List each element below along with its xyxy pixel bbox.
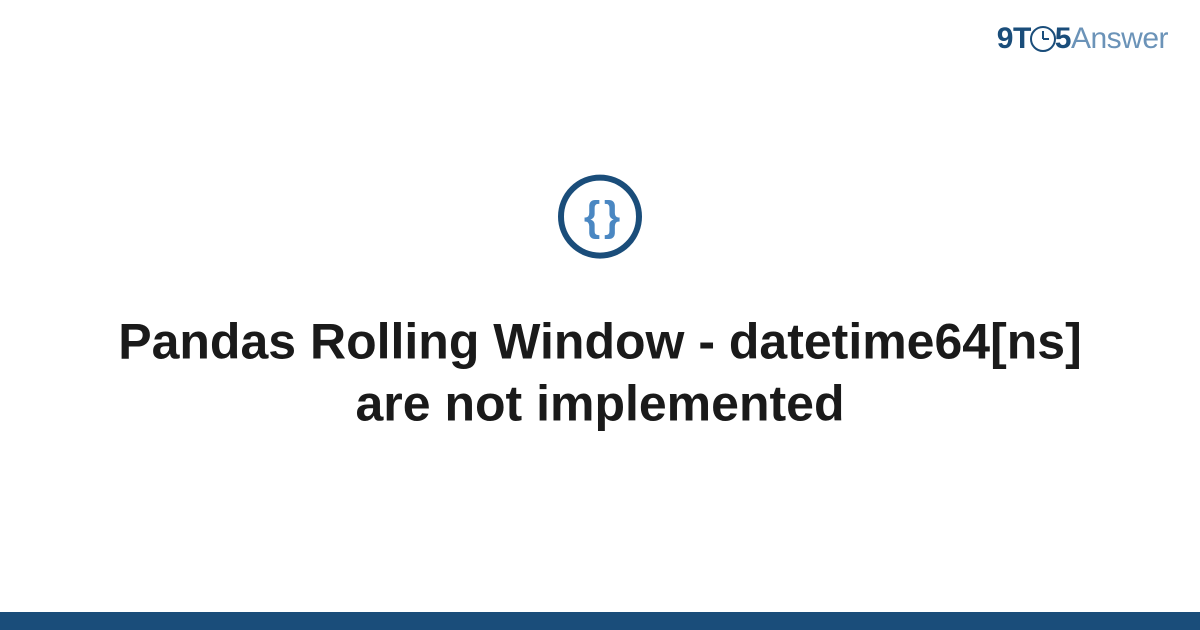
logo-answer: Answer [1071,22,1168,55]
logo-t: T [1013,22,1031,55]
braces-glyph: { } [584,196,616,238]
site-logo: 9T5Answer [997,22,1168,56]
clock-icon [1030,26,1056,52]
page-title: Pandas Rolling Window - datetime64[ns] a… [0,311,1200,435]
footer-accent-bar [0,612,1200,630]
main-content: { } Pandas Rolling Window - datetime64[n… [0,175,1200,435]
logo-five: 5 [1055,22,1071,55]
logo-nine: 9 [997,22,1013,55]
code-braces-icon: { } [558,175,642,259]
